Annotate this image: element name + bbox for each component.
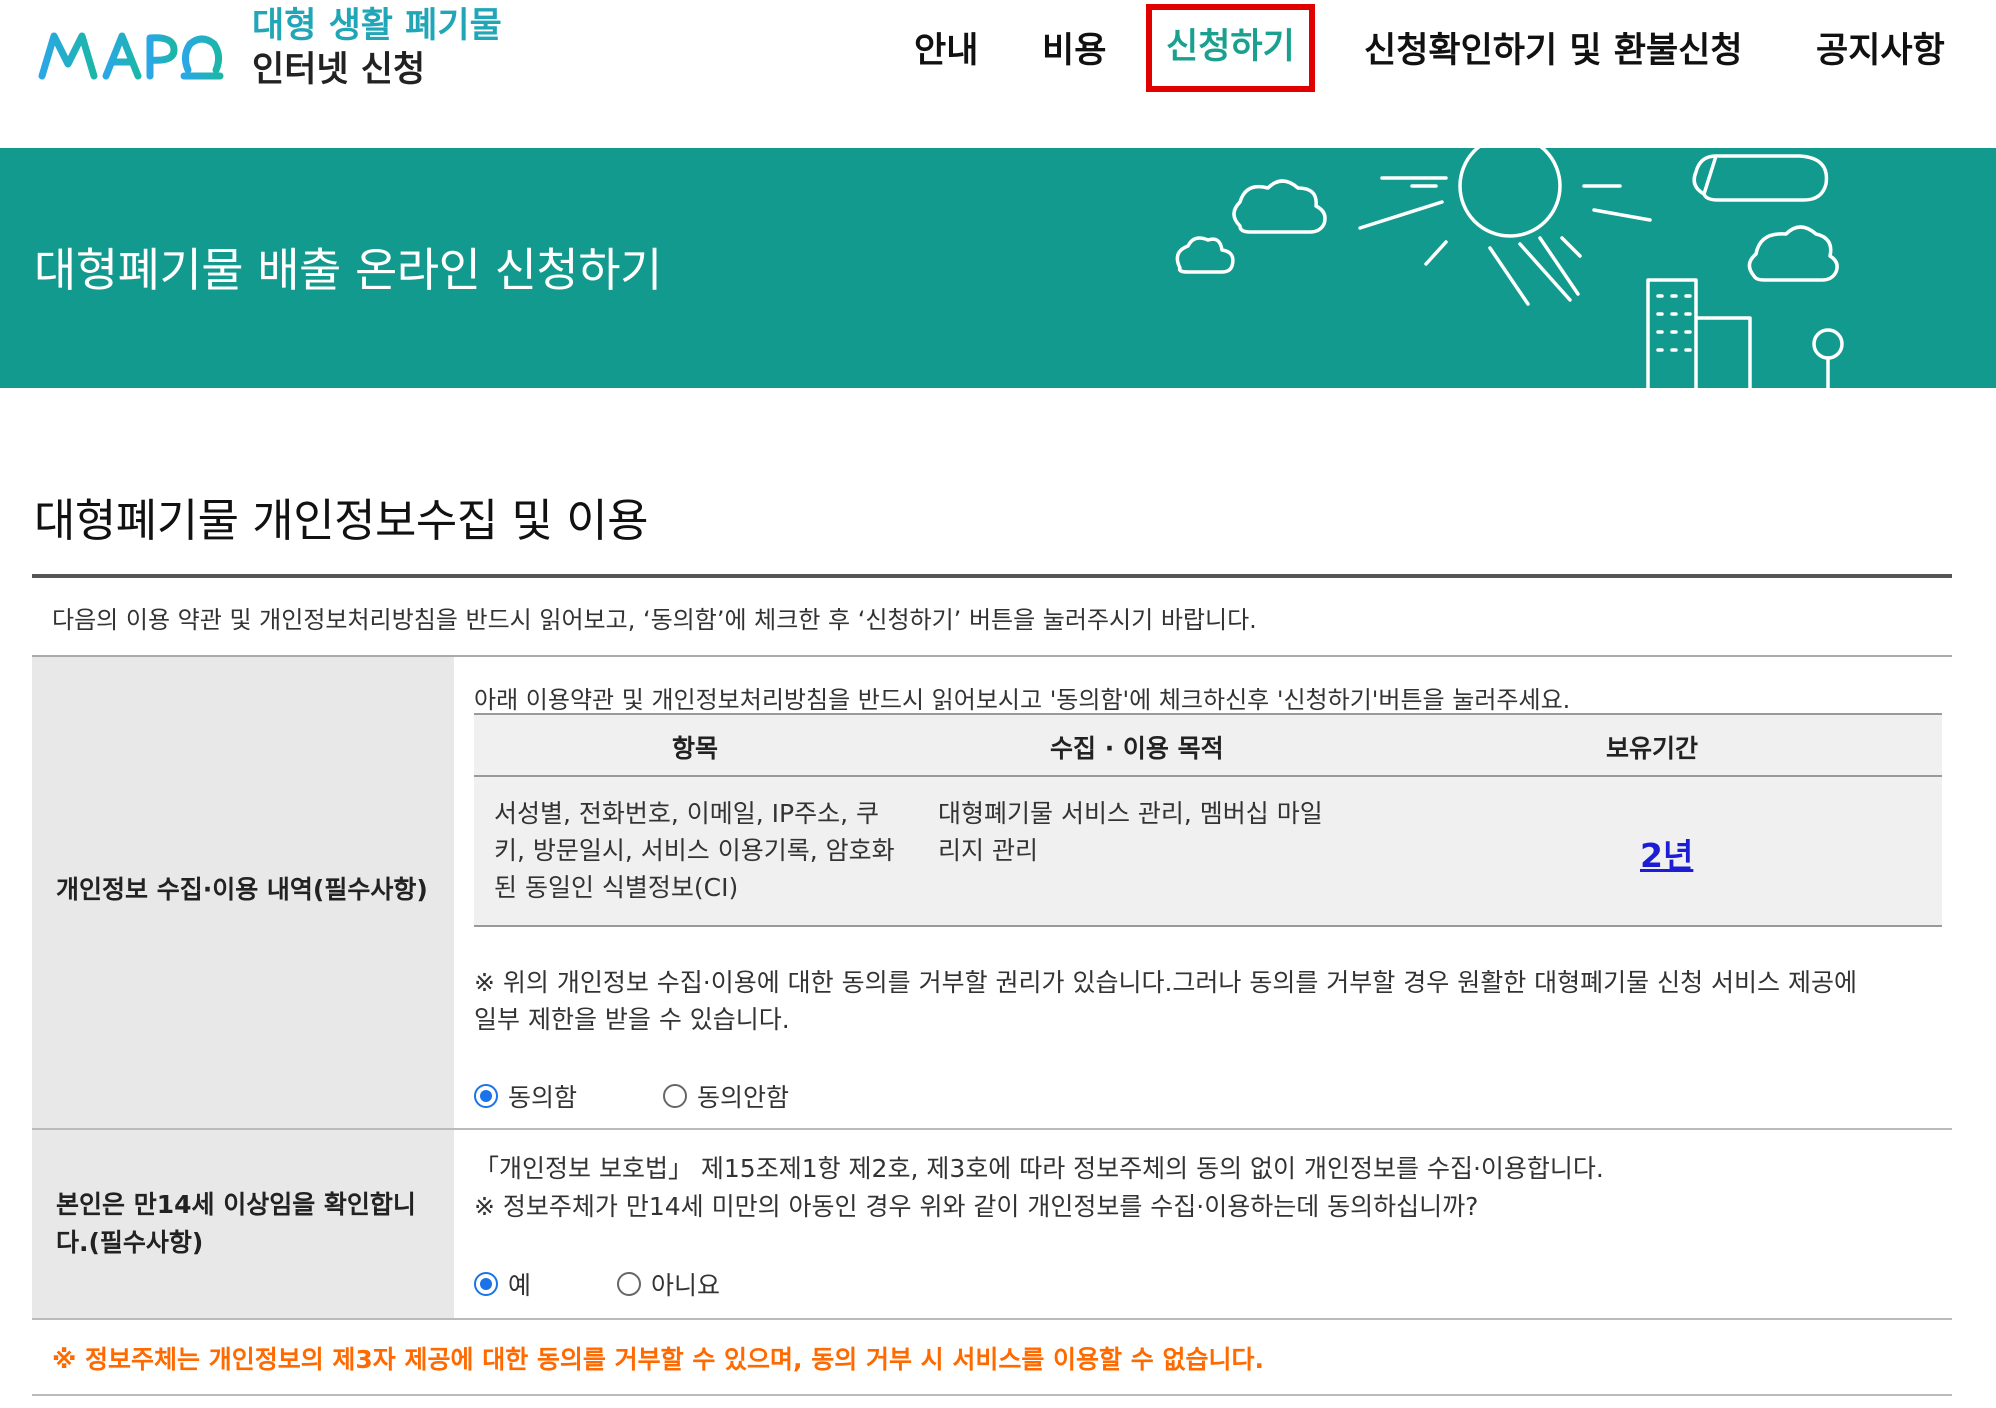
consent-note-line: ※ 위의 개인정보 수집·이용에 대한 동의를 거부할 권리가 있습니다.그러나… [474,968,1857,997]
tree-icon [1812,328,1844,360]
items-line: 키, 방문일시, 서비스 이용기록, 암호화 [494,836,895,865]
radio-checked-icon [474,1084,498,1108]
age-confirm-label-line: 본인은 만14세 이상임을 확인합니 [56,1190,416,1219]
mapo-logo-icon [38,32,224,80]
site-title-line2: 인터넷 신청 [252,50,426,90]
nav-item-apply[interactable]: 신청하기 [1146,4,1315,92]
table-cell-purpose: 대형폐기물 서비스 관리, 멤버십 마일 리지 관리 [938,795,1323,869]
table-header-period: 보유기간 [1606,734,1699,763]
radio-checked-icon [474,1272,498,1296]
table-header-divider [474,775,1942,777]
law-line: 「개인정보 보호법」 제15조제1항 제2호, 제3호에 따라 정보주체의 동의… [474,1154,1604,1183]
law-line: ※ 정보주체가 만14세 미만의 아동인 경우 위와 같이 개인정보를 수집·이… [474,1192,1479,1221]
age-confirm-label: 본인은 만14세 이상임을 확인합니 다.(필수사항) [56,1186,416,1262]
privacy-table: 항목 수집 · 이용 목적 보유기간 서성별, 전화번호, 이메일, IP주소,… [474,713,1942,927]
cloud-icon [1747,225,1839,282]
notice-text: 다음의 이용 약관 및 개인정보처리방침을 반드시 읽어보고, ‘동의함’에 체… [52,606,1257,634]
consent-intro-text: 아래 이용약관 및 개인정보처리방침을 반드시 읽어보시고 '동의함'에 체크하… [474,686,1571,714]
divider [32,574,1952,578]
page-banner: 대형폐기물 배출 온라인 신청하기 [0,148,1996,388]
purpose-line: 대형폐기물 서비스 관리, 멤버십 마일 [938,799,1323,828]
consent-note-line: 일부 제한을 받을 수 있습니다. [474,1005,790,1034]
retention-period-link[interactable]: 2년 [1640,829,1693,877]
site-header: 대형 생활 폐기물 인터넷 신청 안내 비용 신청하기 신청확인하기 및 환불신… [0,0,1996,148]
site-title: 대형 생활 폐기물 인터넷 신청 [252,4,502,92]
age-confirm-label-line: 다.(필수사항) [56,1228,204,1257]
age-confirm-law-text: 「개인정보 보호법」 제15조제1항 제2호, 제3호에 따라 정보주체의 동의… [474,1150,1604,1226]
third-party-warning: ※ 정보주체는 개인정보의 제3자 제공에 대한 동의를 거부할 수 있으며, … [52,1345,1264,1374]
disagree-radio[interactable]: 동의안함 [663,1078,789,1114]
consent-collection-label: 개인정보 수집·이용 내역(필수사항) [56,875,428,904]
radio-unchecked-icon [617,1272,642,1296]
nav-item-check-refund[interactable]: 신청확인하기 및 환불신청 [1364,22,1743,73]
age-confirm-label-cell: 본인은 만14세 이상임을 확인합니 다.(필수사항) [32,1130,454,1318]
table-header-purpose: 수집 · 이용 목적 [1050,734,1224,763]
cloud-icon [1692,154,1829,202]
radio-unchecked-icon [663,1084,688,1108]
consent-note: ※ 위의 개인정보 수집·이용에 대한 동의를 거부할 권리가 있습니다.그러나… [474,964,1934,1038]
mapo-logo[interactable] [36,26,226,82]
site-title-line1: 대형 생활 폐기물 [252,6,502,46]
purpose-line: 리지 관리 [938,836,1038,865]
nav-item-notice[interactable]: 공지사항 [1816,22,1945,73]
table-cell-items: 서성별, 전화번호, 이메일, IP주소, 쿠 키, 방문일시, 서비스 이용기… [494,795,895,906]
yes-label: 예 [508,1271,532,1300]
banner-illustration [1175,148,1844,388]
page-title: 대형폐기물 개인정보수집 및 이용 [34,494,649,547]
agree-radio[interactable]: 동의함 [474,1078,577,1114]
items-line: 된 동일인 식별정보(CI) [494,873,739,902]
consent-radio-group: 동의함 동의안함 [474,1078,789,1114]
no-label: 아니요 [651,1271,721,1300]
sun-icon [1458,148,1562,238]
no-radio[interactable]: 아니요 [617,1266,720,1302]
divider [32,1394,1952,1396]
divider [32,1318,1952,1320]
cloud-icon [1232,179,1327,234]
table-header-items: 항목 [672,734,719,763]
items-line: 서성별, 전화번호, 이메일, IP주소, 쿠 [494,799,880,828]
yes-radio[interactable]: 예 [474,1266,531,1302]
age-radio-group: 예 아니요 [474,1266,720,1302]
disagree-label: 동의안함 [697,1083,790,1112]
nav-item-cost[interactable]: 비용 [1042,22,1106,73]
cloud-icon [1175,236,1235,274]
consent-collection-label-cell: 개인정보 수집·이용 내역(필수사항) [32,657,454,1128]
banner-title: 대형폐기물 배출 온라인 신청하기 [34,243,662,297]
agree-label: 동의함 [508,1083,578,1112]
nav-item-guide[interactable]: 안내 [914,22,978,73]
